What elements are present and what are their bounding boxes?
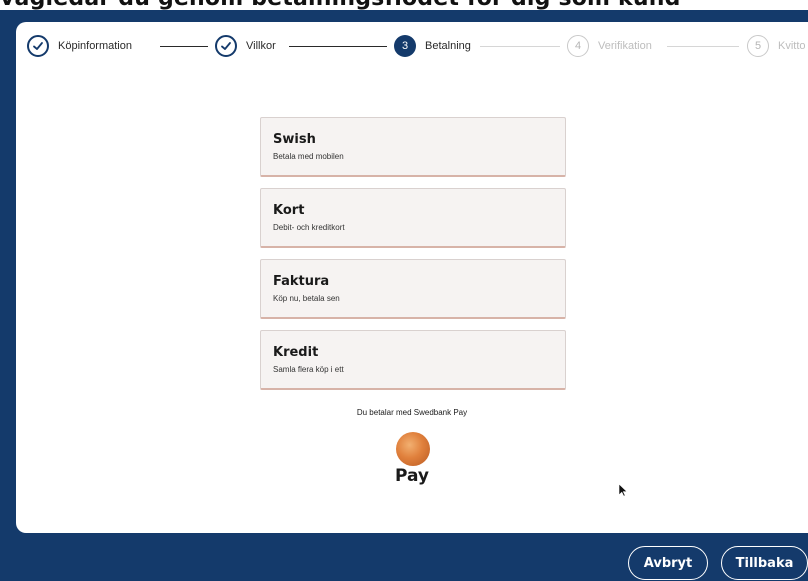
step-kvitto[interactable]: 5 Kvitto: [747, 33, 806, 59]
payment-options-list: Swish Betala med mobilen Kort Debit- och…: [260, 117, 566, 401]
top-caption-text: vägledar du genom betalningsflödet för d…: [0, 0, 681, 10]
check-icon: [27, 35, 49, 57]
option-subtitle: Betala med mobilen: [273, 152, 344, 161]
option-title: Kort: [273, 203, 305, 218]
step-connector: [667, 46, 739, 47]
logo-text: Pay: [394, 466, 430, 486]
payment-option-swish[interactable]: Swish Betala med mobilen: [260, 117, 566, 177]
top-caption-strip: vägledar du genom betalningsflödet för d…: [0, 0, 808, 10]
payment-option-kredit[interactable]: Kredit Samla flera köp i ett: [260, 330, 566, 390]
step-kopinformation[interactable]: Köpinformation: [27, 33, 132, 59]
step-label: Villkor: [246, 40, 276, 52]
step-connector: [289, 46, 387, 47]
payment-panel: Köpinformation Villkor 3 Betalning 4 Ver…: [16, 22, 808, 533]
option-subtitle: Samla flera köp i ett: [273, 365, 344, 374]
mouse-cursor-icon: [618, 483, 628, 497]
pay-with-text: Du betalar med Swedbank Pay: [356, 408, 468, 417]
step-number: 3: [394, 35, 416, 57]
payment-option-faktura[interactable]: Faktura Köp nu, betala sen: [260, 259, 566, 319]
option-title: Kredit: [273, 345, 319, 360]
option-title: Faktura: [273, 274, 330, 289]
step-number: 5: [747, 35, 769, 57]
step-label: Kvitto: [778, 40, 806, 52]
cancel-button[interactable]: Avbryt: [628, 546, 708, 580]
step-label: Köpinformation: [58, 40, 132, 52]
option-subtitle: Debit- och kreditkort: [273, 223, 345, 232]
checkout-stepper: Köpinformation Villkor 3 Betalning 4 Ver…: [27, 33, 808, 59]
step-verifikation[interactable]: 4 Verifikation: [567, 33, 652, 59]
step-label: Verifikation: [598, 40, 652, 52]
back-button[interactable]: Tillbaka: [721, 546, 808, 580]
step-connector: [480, 46, 560, 47]
step-betalning[interactable]: 3 Betalning: [394, 33, 471, 59]
check-icon: [215, 35, 237, 57]
step-label: Betalning: [425, 40, 471, 52]
swedbank-logo-icon: [396, 432, 430, 466]
option-subtitle: Köp nu, betala sen: [273, 294, 340, 303]
step-villkor[interactable]: Villkor: [215, 33, 276, 59]
step-connector: [160, 46, 208, 47]
step-number: 4: [567, 35, 589, 57]
option-title: Swish: [273, 132, 316, 147]
payment-option-kort[interactable]: Kort Debit- och kreditkort: [260, 188, 566, 248]
